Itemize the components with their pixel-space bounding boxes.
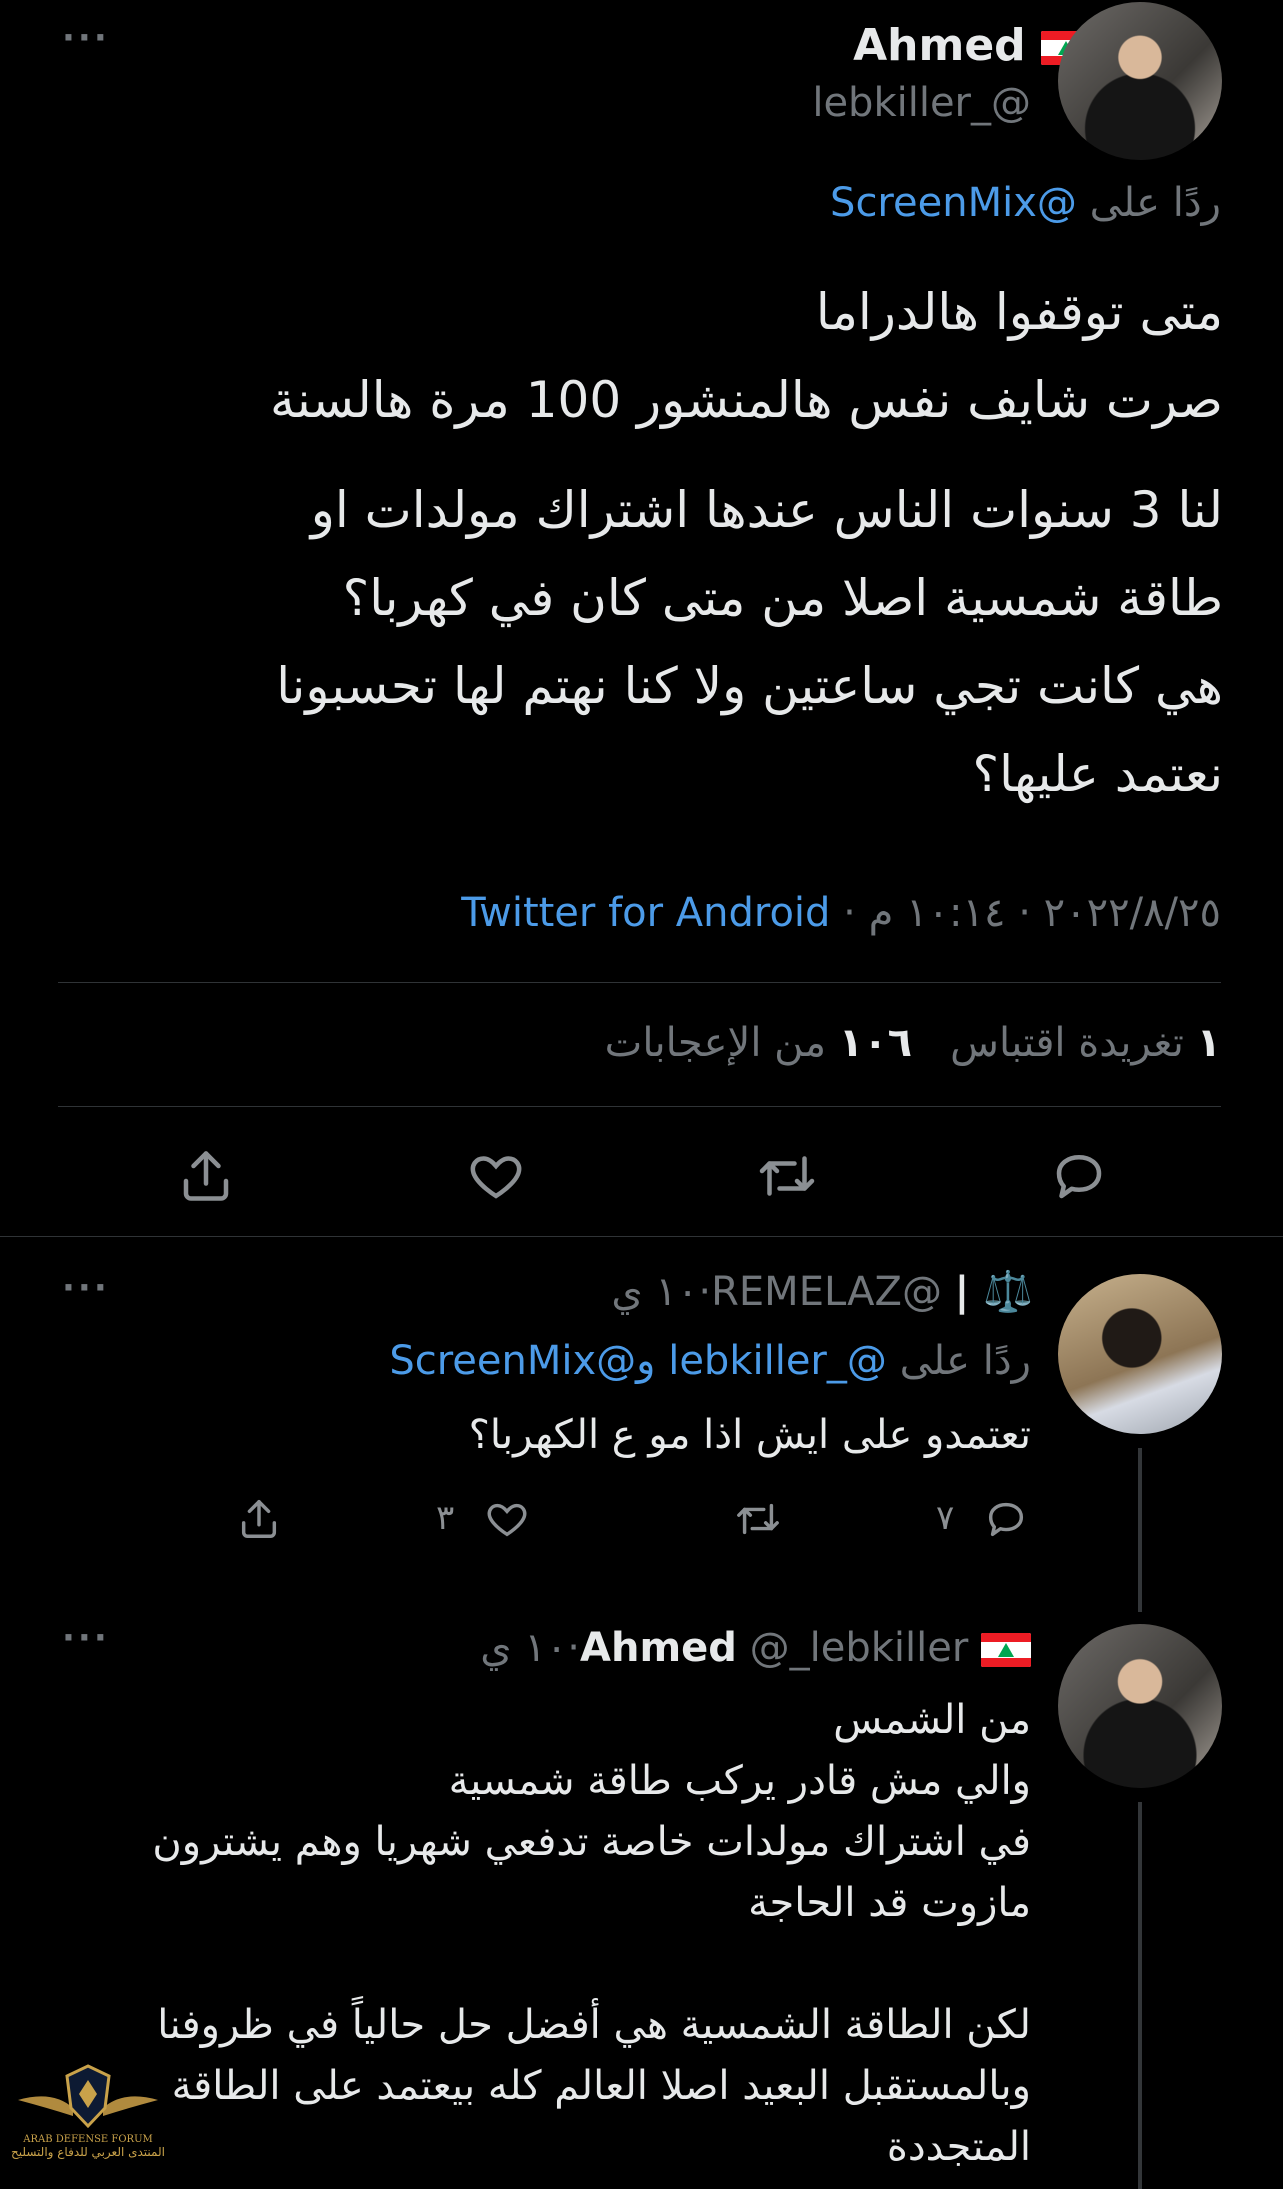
reply-header: ⚖️ | @REMELAZ·١٠ ي: [611, 1269, 1033, 1315]
divider: [58, 982, 1221, 983]
divider: [0, 1236, 1283, 1237]
thread-line: [1138, 1448, 1142, 1612]
engagement-stats: ١ تغريدة اقتباس ١٠٦ من الإعجابات: [605, 1020, 1221, 1066]
quote-count[interactable]: ١: [1197, 1020, 1221, 1066]
tweet-line: متى توقفوا هالدراما: [815, 283, 1223, 341]
like-icon[interactable]: [484, 1496, 530, 1542]
reply-to-handle[interactable]: @ScreenMix: [830, 180, 1077, 226]
reply-line: [60, 1934, 1031, 1995]
retweet-icon[interactable]: [756, 1146, 818, 1206]
lebanon-flag-icon: [981, 1633, 1031, 1667]
like-count: ٣: [436, 1498, 455, 1538]
tweet-line: هي كانت تجي ساعتين ولا كنا نهتم لها تحسب…: [276, 657, 1223, 715]
reply-to-line: ردًا على @ScreenMix: [830, 180, 1221, 226]
retweet-icon[interactable]: [734, 1496, 782, 1542]
reply-line: من الشمس: [833, 1697, 1031, 1743]
reply-line: المتجددة: [886, 2124, 1031, 2170]
divider: [58, 1106, 1221, 1107]
like-label[interactable]: من الإعجابات: [605, 1020, 826, 1066]
reply-header: Ahmed @_lebkiller·١٠ ي: [480, 1622, 1031, 1674]
reply-line: وبالمستقبل البعيد اصلا العالم كله بيعتمد…: [171, 2063, 1031, 2109]
reply-line: لكن الطاقة الشمسية هي أفضل حل حالياً في …: [157, 2002, 1031, 2048]
reply-icon[interactable]: [1048, 1146, 1110, 1206]
author-avatar[interactable]: [1058, 2, 1222, 160]
reply-line: والي مش قادر يركب طاقة شمسية: [448, 1758, 1031, 1804]
tweet-line: لنا 3 سنوات الناس عندها اشتراك مولدات او: [310, 481, 1223, 539]
reply-to-line: ردًا على @_lebkiller و@ScreenMix: [389, 1338, 1031, 1384]
more-options-icon[interactable]: ···: [62, 18, 110, 58]
author-handle[interactable]: @_lebkiller: [750, 1625, 969, 1671]
author-avatar[interactable]: [1058, 1624, 1222, 1788]
reply-time[interactable]: ١٠ ي: [480, 1625, 567, 1671]
reply-icon[interactable]: [982, 1496, 1030, 1542]
replier-avatar[interactable]: [1058, 1274, 1222, 1434]
replier-name[interactable]: ⚖️ |: [955, 1269, 1033, 1315]
author-name[interactable]: Ahmed: [580, 1625, 737, 1671]
forum-watermark: ARAB DEFENSE FORUM المنتدى العربي للدفاع…: [8, 2060, 168, 2159]
shield-wings-icon: [18, 2064, 158, 2129]
author-name-row: Ahmed: [853, 18, 1091, 74]
thread-line: [1138, 1802, 1142, 2189]
more-options-icon[interactable]: ···: [62, 1618, 110, 1658]
share-icon[interactable]: [236, 1496, 282, 1542]
tweet-meta: ٢٠٢٢/٨/٢٥ · ١٠:١٤ م · Twitter for Androi…: [461, 890, 1221, 936]
reply-count: ٧: [936, 1498, 955, 1538]
watermark-text-ar: المنتدى العربي للدفاع والتسليح: [11, 2145, 165, 2159]
like-icon[interactable]: [466, 1146, 526, 1206]
tweet-line: نعتمد عليها؟: [972, 745, 1223, 803]
reply-to-handles[interactable]: @_lebkiller و@ScreenMix: [389, 1338, 887, 1384]
share-icon[interactable]: [176, 1146, 236, 1206]
replier-handle[interactable]: @REMELAZ: [711, 1269, 942, 1315]
reply-line: مازوت قد الحاجة: [748, 1880, 1031, 1926]
tweet-line: طاقة شمسية اصلا من متى كان في كهربا؟: [342, 569, 1223, 627]
reply-time[interactable]: ١٠ ي: [611, 1269, 698, 1315]
tweet-line: صرت شايف نفس هالمنشور 100 مرة هالسنة: [270, 371, 1223, 429]
watermark-text-en: ARAB DEFENSE FORUM: [23, 2134, 153, 2145]
quote-label[interactable]: تغريدة اقتباس: [950, 1020, 1184, 1066]
author-handle[interactable]: @_lebkiller: [812, 80, 1031, 126]
tweet-body: متى توقفوا هالدراما صرت شايف نفس هالمنشو…: [80, 268, 1223, 818]
like-count[interactable]: ١٠٦: [839, 1020, 912, 1066]
reply-line: في اشتراك مولدات خاصة تدفعي شهريا وهم يش…: [152, 1819, 1031, 1865]
reply-body: من الشمس والي مش قادر يركب طاقة شمسية في…: [60, 1690, 1031, 2178]
reply-body: تعتمدو على ايش اذا مو ع الكهربا؟: [468, 1412, 1031, 1458]
tweet-timestamp[interactable]: ٢٠٢٢/٨/٢٥ · ١٠:١٤ م ·: [843, 890, 1221, 936]
author-name[interactable]: Ahmed: [853, 20, 1026, 71]
more-options-icon[interactable]: ···: [62, 1268, 110, 1308]
tweet-source[interactable]: Twitter for Android: [461, 890, 830, 936]
